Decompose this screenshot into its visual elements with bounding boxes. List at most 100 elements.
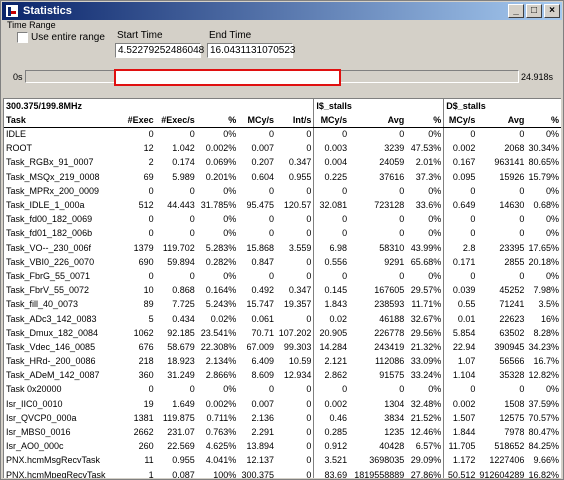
- table-row[interactable]: Task_VO--_230_006f 1379 119.702 5.283% 15.86…: [4, 240, 561, 255]
- cell-exec-per-s: 0: [189, 270, 195, 281]
- cell-pct: 100%: [213, 469, 237, 478]
- table-row[interactable]: Task_ADeM_142_0087 360 31.249 2.866% 8.609 12…: [4, 368, 561, 383]
- cell-exec-per-s: 44.443: [167, 200, 195, 211]
- cell-task: Task_Dmux_182_0084: [6, 327, 99, 338]
- cell-d-mcy-s: 5.854: [452, 327, 476, 338]
- cell-task: Task_Vdec_146_0085: [6, 341, 96, 352]
- cell-i-avg: 40428: [379, 441, 405, 452]
- cell-mcy-s: 300.375: [241, 469, 275, 478]
- cell-d-avg: 35328: [499, 370, 525, 381]
- cell-d-mcy-s: 0.171: [452, 256, 476, 267]
- table-row[interactable]: Task_Dmux_182_0084 1062 92.185 23.541% 70.71…: [4, 325, 561, 340]
- column-header-mcy-s[interactable]: MCy/s: [238, 113, 277, 128]
- column-header-int-s[interactable]: Int/s: [276, 113, 315, 128]
- column-header-task[interactable]: Task: [4, 113, 121, 128]
- table-row[interactable]: Task_VBI0_226_0070 690 59.894 0.282% 0.847 0 0…: [4, 254, 561, 269]
- cell-exec-per-s: 18.923: [167, 356, 195, 367]
- column-header-i-mcy-s[interactable]: MCy/s: [313, 113, 350, 128]
- table-row[interactable]: Task_HRd-_200_0086 218 18.923 2.134% 6.409 10…: [4, 354, 561, 369]
- cell-i-mcy-s: 0.46: [329, 412, 348, 423]
- cell-i-avg: 0: [399, 129, 405, 140]
- column-header-exec-per-s[interactable]: #Exec/s: [155, 113, 197, 128]
- close-button[interactable]: ×: [544, 4, 560, 18]
- table-row[interactable]: Task_MPRx_200_0009 0 0 0% 0 0 0 0 0% 0 0 0%: [4, 183, 561, 198]
- title-bar[interactable]: Statistics _ □ ×: [2, 2, 562, 20]
- cell-exec-per-s: 1.042: [172, 143, 195, 154]
- cell-i-pct: 29.09%: [406, 453, 445, 468]
- table-row[interactable]: Task 0x20000 0 0 0% 0 0 0 0 0% 0 0 0%: [4, 382, 561, 397]
- start-time-field[interactable]: 4.52279252486048: [115, 43, 204, 58]
- table-row[interactable]: Task_Vdec_146_0085 676 58.679 22.308% 67.009…: [4, 339, 561, 354]
- table-row[interactable]: ROOT 12 1.042 0.002% 0.007 0 0.003 3239 47.53% 0.…: [4, 141, 561, 156]
- cell-d-avg: 7978: [504, 427, 525, 438]
- cell-int-s: 0: [276, 424, 315, 440]
- table-row[interactable]: Task_FbrV_55_0072 10 0.868 0.164% 0.492 0.347…: [4, 283, 561, 298]
- cell-d-pct: 34.23%: [528, 341, 559, 352]
- cell-i-avg: 3239: [384, 143, 405, 154]
- cell-d-pct: 84.25%: [528, 441, 559, 452]
- cell-exec: 260: [138, 441, 154, 452]
- table-row[interactable]: Isr_AO0_000c 260 22.569 4.625% 13.894 0 0.912 4…: [4, 439, 561, 454]
- cell-exec: 89: [143, 299, 154, 310]
- cell-exec-per-s: 0.868: [172, 285, 195, 296]
- cell-i-pct: 29.56%: [406, 325, 445, 340]
- cell-exec-per-s: 0: [189, 228, 195, 239]
- cell-i-mcy-s: 14.284: [319, 341, 348, 352]
- cell-exec: 1062: [133, 327, 154, 338]
- table-row[interactable]: Task_FbrG_55_0071 0 0 0% 0 0 0 0 0% 0 0 0%: [4, 268, 561, 284]
- column-header-pct[interactable]: %: [196, 113, 239, 128]
- cell-int-s: 0: [276, 268, 315, 284]
- table-row[interactable]: Isr_IIC0_0010 19 1.649 0.002% 0.007 0 0.002 130…: [4, 396, 561, 411]
- table-row[interactable]: Task_RGBx_91_0007 2 0.174 0.069% 0.207 0.347 0…: [4, 155, 561, 170]
- statistics-table[interactable]: 300.375/199.8MHz I$_stalls D$_stalls Tas…: [3, 98, 561, 478]
- time-range-selection[interactable]: [113, 69, 342, 86]
- cell-i-avg: 0: [399, 384, 405, 395]
- cell-pct: 0%: [223, 185, 237, 196]
- summary-cell: 300.375/199.8MHz: [6, 101, 83, 111]
- minimize-button[interactable]: _: [508, 4, 524, 18]
- table-row[interactable]: Isr_QVCP0_000a 1381 119.875 0.711% 2.136 0 0.4…: [4, 410, 561, 425]
- use-entire-range-label[interactable]: Use entire range: [31, 32, 105, 43]
- cell-i-mcy-s: 0: [342, 185, 348, 196]
- cell-d-pct: 0%: [545, 384, 559, 395]
- column-header-d-mcy-s[interactable]: MCy/s: [443, 113, 478, 128]
- cell-i-pct: 0%: [406, 382, 445, 397]
- cell-mcy-s: 0.492: [251, 285, 275, 296]
- cell-pct: 0.02%: [210, 313, 237, 324]
- cell-exec: 12: [143, 143, 154, 154]
- table-row[interactable]: Task_fd00_182_0069 0 0 0% 0 0 0 0 0% 0 0 0%: [4, 212, 561, 227]
- maximize-button[interactable]: □: [526, 4, 542, 18]
- column-header-d-pct[interactable]: %: [526, 113, 561, 128]
- column-header-exec[interactable]: #Exec: [120, 113, 156, 128]
- cell-mcy-s: 0: [269, 129, 275, 140]
- cell-d-avg: 22623: [499, 313, 525, 324]
- cell-int-s: 0: [276, 467, 315, 478]
- cell-pct: 0%: [223, 384, 237, 395]
- table-row[interactable]: Isr_MBS0_0016 2662 231.07 0.763% 2.291 0 0.285…: [4, 424, 561, 440]
- cell-exec-per-s: 92.185: [167, 327, 195, 338]
- range-max-label: 24.918s: [521, 72, 554, 82]
- cell-i-mcy-s: 0.285: [324, 427, 348, 438]
- cell-int-s: 0: [276, 410, 315, 425]
- table-row[interactable]: IDLE 0 0 0% 0 0 0 0 0% 0 0 0%: [4, 127, 561, 142]
- cell-exec: 0: [148, 228, 154, 239]
- table-row[interactable]: Task_fill_40_0073 89 7.725 5.243% 15.747 19.3…: [4, 297, 561, 312]
- table-row[interactable]: PNX.hcmMpegRecvTask 1 0.087 100% 300.375 0 83.…: [4, 467, 561, 478]
- cell-d-mcy-s: 22.94: [452, 341, 476, 352]
- column-header-d-avg[interactable]: Avg: [477, 113, 527, 128]
- table-row[interactable]: PNX.hcmMsgRecvTask 11 0.955 4.041% 12.137 0 3.…: [4, 453, 561, 468]
- column-header-i-pct[interactable]: %: [406, 113, 445, 128]
- cell-exec: 1381: [133, 412, 154, 423]
- table-row[interactable]: Task_fd01_182_006b 0 0 0% 0 0 0 0 0% 0 0 0%: [4, 226, 561, 241]
- column-header-i-avg[interactable]: Avg: [349, 113, 407, 128]
- cell-i-pct: 32.67%: [406, 311, 445, 326]
- table-row[interactable]: Task_MSQx_219_0008 69 5.989 0.201% 0.604 0.95…: [4, 169, 561, 184]
- use-entire-range-checkbox[interactable]: [17, 32, 28, 43]
- table-row[interactable]: Task_ADc3_142_0083 5 0.434 0.02% 0.061 0 0.02 4…: [4, 311, 561, 326]
- cell-int-s: 10.59: [276, 354, 315, 369]
- cell-task: Task_MPRx_200_0009: [6, 185, 100, 196]
- table-row[interactable]: Task_IDLE_1_000a 512 44.443 31.785% 95.475 12…: [4, 197, 561, 213]
- cell-int-s: 12.934: [276, 368, 315, 383]
- cell-i-mcy-s: 2.862: [324, 370, 348, 381]
- end-time-field[interactable]: 16.0431131070523: [207, 43, 295, 58]
